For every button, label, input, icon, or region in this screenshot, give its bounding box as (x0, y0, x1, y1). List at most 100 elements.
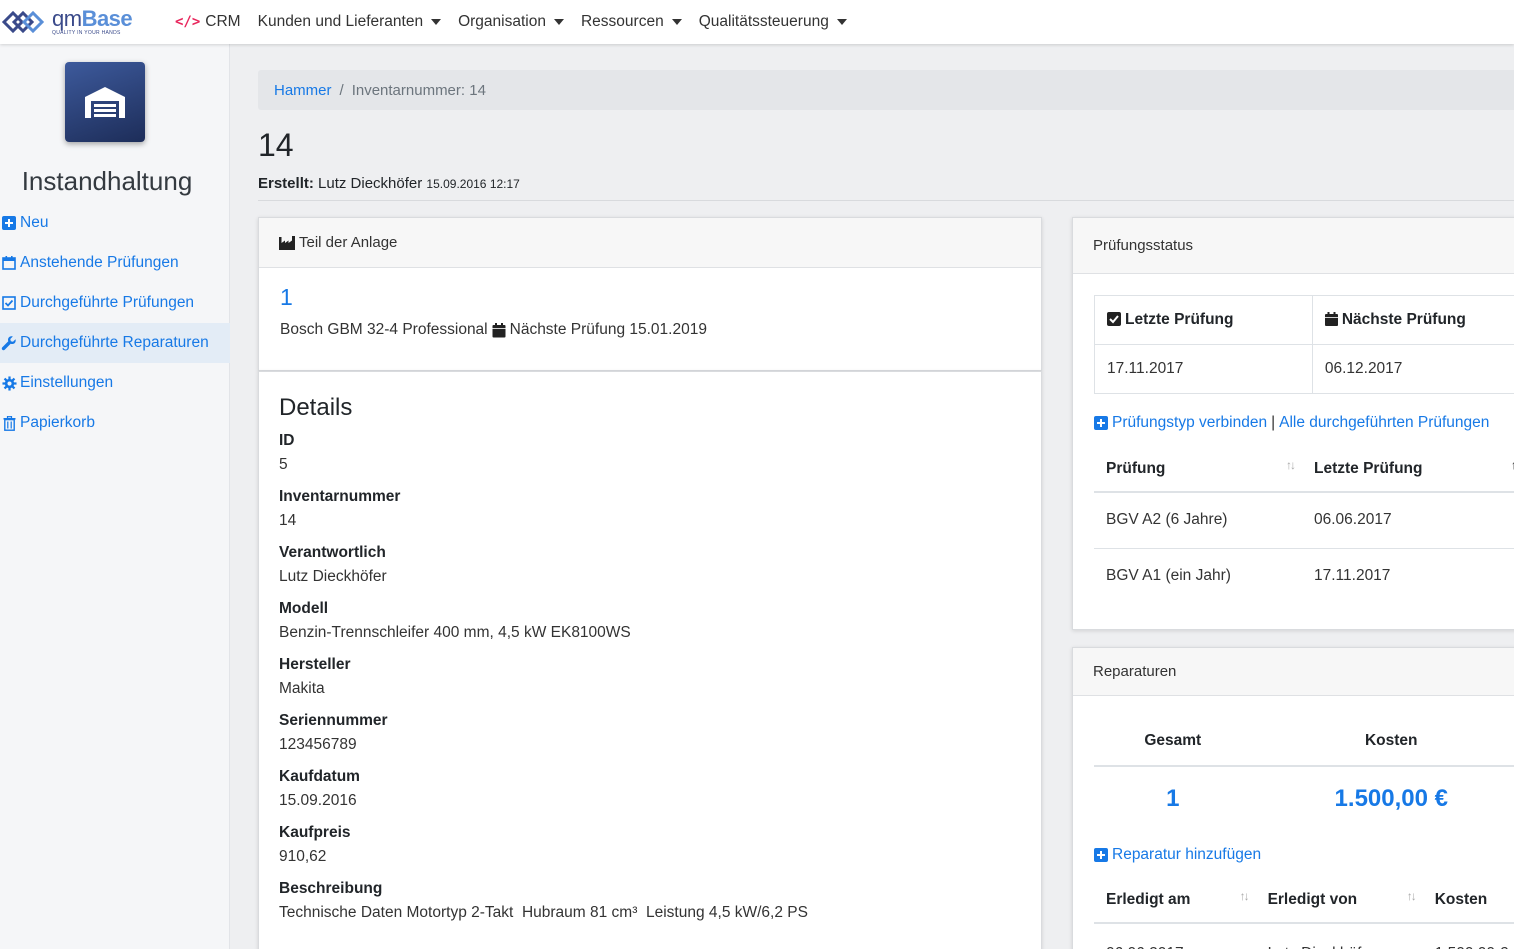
next-check-label: Nächste Prüfung (1341, 311, 1466, 328)
detail-value-seriennummer: 123456789 (279, 736, 357, 753)
detail-label-id: ID (279, 432, 295, 449)
breadcrumb-link-hammer[interactable]: Hammer (274, 82, 332, 99)
cost-value: 1.500,00 € (1334, 784, 1448, 812)
repairs-summary-table: Gesamt Kosten 1 1.500,00 € (1094, 716, 1514, 830)
detail-value-id: 5 (279, 456, 288, 473)
calendar-icon (492, 322, 506, 338)
wrench-icon (0, 335, 18, 351)
column-header-erledigt-von[interactable]: Erledigt von ↑↓ (1255, 877, 1423, 924)
repairs-table: Erledigt am ↑↓ Erledigt von ↑↓ Kosten 06.0… (1094, 877, 1514, 949)
column-header-erledigt-am[interactable]: Erledigt am ↑↓ (1094, 877, 1256, 924)
table-row[interactable]: BGV A1 (ein Jahr) 17.11.2017 (1094, 548, 1514, 604)
detail-value-modell: Benzin-Trennschleifer 400 mm, 4,5 kW EK8… (279, 624, 631, 641)
detail-label-inventarnummer: Inventarnummer (279, 488, 401, 505)
column-header-pruefung[interactable]: Prüfung ↑↓ (1094, 446, 1302, 493)
anlage-header-label: Teil der Anlage (299, 234, 398, 251)
column-header-kosten[interactable]: Kosten (1422, 877, 1514, 924)
nav-kunden-und-lieferanten[interactable]: Kunden und Lieferanten (257, 13, 442, 31)
detail-value-verantwortlich: Lutz Dieckhöfer (279, 568, 387, 585)
table-row[interactable]: 06.06.2017 Lutz Dieckhöfer 1.500,00 € (1094, 923, 1514, 949)
sidebar-item-label: Einstellungen (20, 374, 114, 391)
anlage-name: Bosch GBM 32-4 Professional (280, 321, 488, 338)
detail-label-seriennummer: Seriennummer (279, 712, 388, 729)
module-title: Instandhaltung (21, 166, 193, 196)
status-summary-table: Letzte Prüfung Nächste Prüfung 17.11.201… (1094, 295, 1514, 394)
pruefung-cell: BGV A1 (ein Jahr) (1106, 567, 1231, 585)
nav-crm[interactable]: </> CRM (175, 13, 241, 31)
kosten-cell: 1.500,00 € (1423, 923, 1514, 949)
logo-word-bold: Base (81, 6, 133, 31)
nav-label: Kunden und Lieferanten (257, 13, 424, 30)
sidebar: Instandhaltung Neu Anstehende Prüfungen … (0, 44, 230, 949)
sidebar-item-einstellungen[interactable]: Einstellungen (0, 363, 230, 403)
sidebar-item-durchgefuehrte-reparaturen[interactable]: Durchgeführte Reparaturen (0, 323, 230, 363)
breadcrumb: Hammer / Inventarnummer: 14 (258, 70, 1514, 110)
main-nav: </> CRM Kunden und Lieferanten Organisat… (175, 0, 864, 44)
reparaturen-header: Reparaturen (1073, 648, 1514, 696)
detail-label-verantwortlich: Verantwortlich (279, 544, 386, 561)
page-title: 14 (258, 127, 294, 163)
detail-label-modell: Modell (279, 600, 329, 617)
anlage-number-link[interactable]: 1 (280, 284, 293, 311)
breadcrumb-separator: / (339, 81, 344, 99)
created-label: Erstellt: (258, 175, 314, 192)
detail-value-hersteller: Makita (279, 680, 325, 697)
reparaturen-card: Reparaturen Gesamt Kosten 1 1.500,00 € R… (1072, 647, 1514, 949)
nav-ressourcen[interactable]: Ressourcen (581, 13, 682, 31)
column-header-label: Erledigt von (1267, 890, 1358, 908)
calendar-icon (1324, 312, 1338, 326)
breadcrumb-current: Inventarnummer: 14 (351, 81, 486, 99)
nav-qualitaetssteuerung[interactable]: Qualitätssteuerung (699, 13, 847, 31)
column-header-label: Kosten (1434, 890, 1488, 908)
sidebar-item-anstehende-pruefungen[interactable]: Anstehende Prüfungen (0, 243, 230, 283)
anlage-next-check: Nächste Prüfung 15.01.2019 (509, 321, 707, 338)
detail-label-kaufdatum: Kaufdatum (279, 768, 360, 785)
sidebar-item-label: Durchgeführte Prüfungen (20, 294, 195, 311)
total-value: 1 (1166, 784, 1180, 812)
detail-label-hersteller: Hersteller (279, 656, 351, 673)
column-header-label: Prüfung (1106, 459, 1166, 477)
code-icon: </> (175, 14, 201, 30)
nav-label: Organisation (458, 13, 546, 30)
sort-icon: ↑↓ (1286, 458, 1296, 472)
sidebar-item-neu[interactable]: Neu (0, 203, 230, 243)
sort-icon: ↑↓ (1406, 889, 1417, 903)
detail-value-inventarnummer: 14 (279, 512, 297, 529)
add-repair-row: Reparatur hinzufügen (1094, 846, 1261, 864)
sidebar-item-label: Papierkorb (20, 414, 95, 431)
add-repair-link[interactable]: Reparatur hinzufügen (1112, 846, 1261, 864)
calendar-icon (0, 256, 18, 270)
table-row[interactable]: BGV A2 (6 Jahre) 06.06.2017 (1094, 492, 1514, 549)
sort-icon: ↑↓ (1239, 889, 1250, 903)
anlage-card: Teil der Anlage 1 Bosch GBM 32-4 Profess… (258, 217, 1042, 371)
anlage-description: Bosch GBM 32-4 Professional Nächste Prüf… (280, 321, 707, 339)
connect-check-type-link[interactable]: Prüfungstyp verbinden (1112, 414, 1267, 432)
top-navbar: qmBase QUALITY IN YOUR HANDS </> CRM Kun… (0, 0, 1514, 44)
warehouse-module-icon (65, 62, 145, 142)
all-checks-link[interactable]: Alle durchgeführten Prüfungen (1279, 414, 1489, 432)
column-header-label: Letzte Prüfung (1314, 459, 1423, 477)
sidebar-item-papierkorb[interactable]: Papierkorb (0, 403, 230, 443)
column-header-letzte-pruefung[interactable]: Letzte Prüfung↑↓ (1302, 446, 1514, 493)
cost-header: Kosten (1251, 716, 1514, 767)
logo-word-light: qm (52, 6, 82, 31)
nav-organisation[interactable]: Organisation (458, 13, 564, 31)
erledigt-von-cell: Lutz Dieckhöfer (1256, 923, 1423, 949)
column-header-label: Erledigt am (1106, 890, 1191, 908)
created-by: Lutz Dieckhöfer (318, 175, 423, 192)
pruefungen-table: Prüfung ↑↓ Letzte Prüfung↑↓ BGV A2 (6 Jah… (1094, 446, 1514, 604)
caret-down-icon (671, 19, 682, 25)
total-header: Gesamt (1094, 716, 1252, 767)
qmbase-logo[interactable]: qmBase QUALITY IN YOUR HANDS (2, 4, 152, 40)
sidebar-item-label: Neu (20, 214, 49, 231)
sidebar-menu: Neu Anstehende Prüfungen Durchgeführte P… (0, 203, 230, 443)
nav-label: Qualitätssteuerung (698, 13, 829, 30)
detail-label-kaufpreis: Kaufpreis (279, 824, 351, 841)
detail-value-kaufpreis: 910,62 (279, 848, 327, 865)
pruefungsstatus-card: Prüfungsstatus Letzte Prüfung Nächste Pr… (1072, 217, 1514, 630)
check-square-icon (1107, 312, 1121, 326)
sidebar-item-durchgefuehrte-pruefungen[interactable]: Durchgeführte Prüfungen (0, 283, 230, 323)
details-title: Details (279, 394, 353, 421)
link-separator: | (1271, 414, 1276, 431)
last-check-label: Letzte Prüfung (1125, 311, 1234, 328)
